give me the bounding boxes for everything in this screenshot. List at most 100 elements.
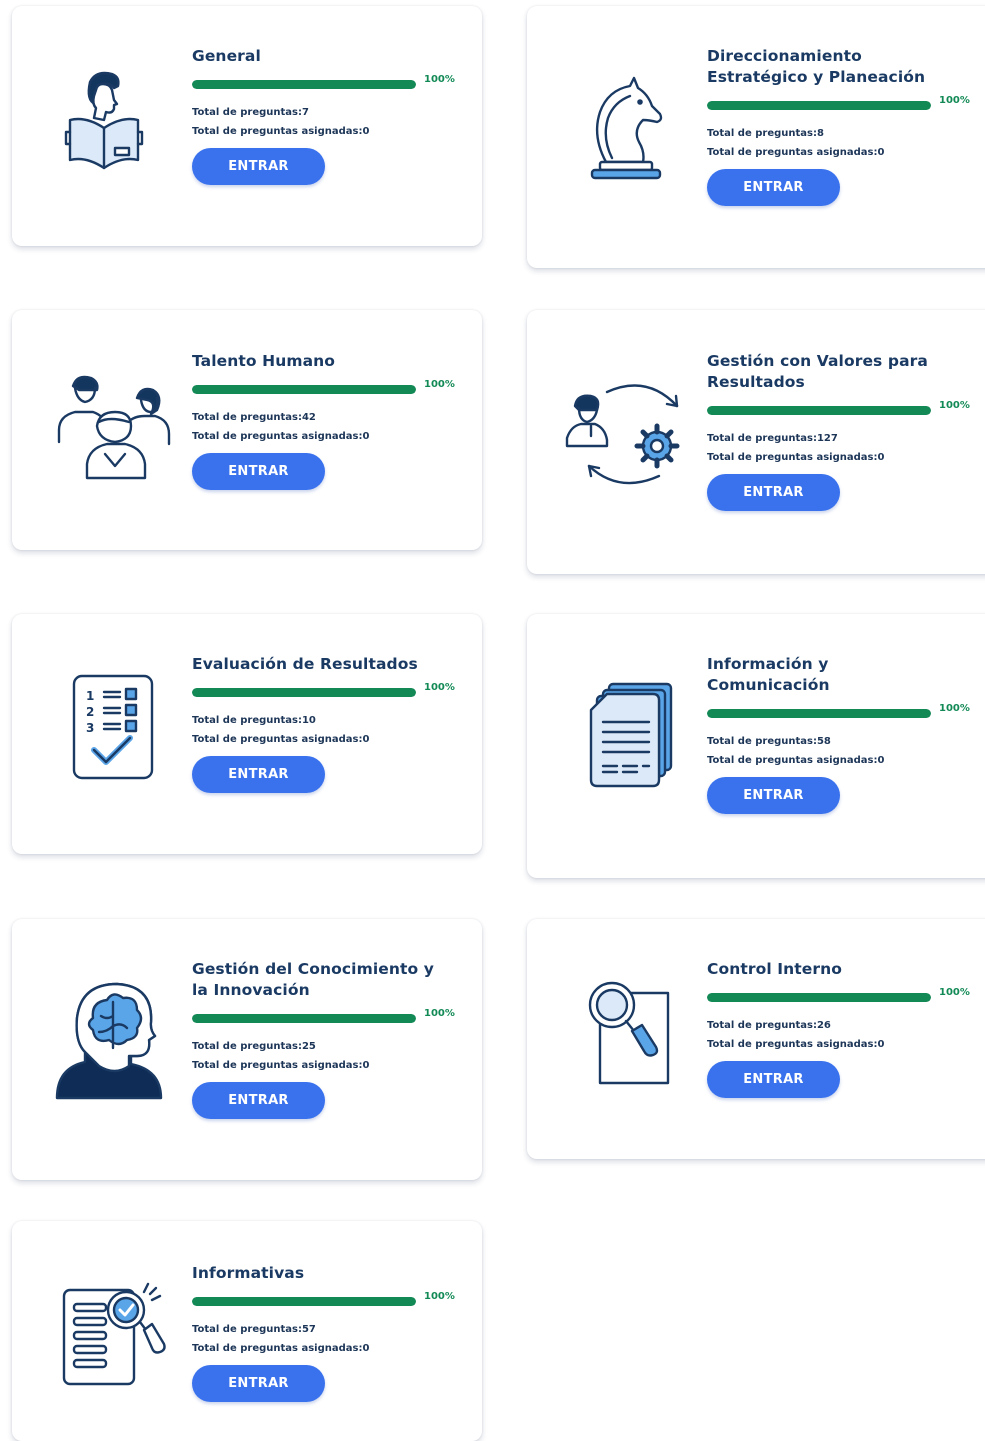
total-questions-text: Total de preguntas:26 — [707, 1020, 831, 1031]
progress-percent: 100% — [424, 682, 455, 693]
progress-row: 100% — [707, 703, 970, 719]
card-info: Gestión con Valores para Resultados 100% … — [707, 351, 970, 511]
svg-text:2: 2 — [86, 705, 94, 719]
enter-button[interactable]: ENTRAR — [707, 474, 840, 511]
total-questions-text: Total de preguntas:57 — [192, 1324, 316, 1335]
assigned-questions-text: Total de preguntas asignadas:0 — [192, 126, 370, 137]
card-info: Direccionamiento Estratégico y Planeación… — [707, 46, 970, 206]
card-info: Información y Comunicación 100% Total de … — [707, 654, 970, 814]
progress-row: 100% — [707, 400, 970, 416]
progress-bar-fill — [192, 1014, 416, 1023]
chess-knight-icon — [580, 74, 670, 189]
enter-button[interactable]: ENTRAR — [192, 148, 325, 185]
card-info: Evaluación de Resultados 100% Total de p… — [192, 654, 455, 793]
assigned-questions-text: Total de preguntas asignadas:0 — [707, 452, 885, 463]
module-card-8: Control Interno 100% Total de preguntas:… — [527, 919, 985, 1159]
module-stats: Total de preguntas:8 Total de preguntas … — [707, 124, 970, 162]
person-reading-book-icon — [60, 66, 150, 176]
module-stats: Total de preguntas:10 Total de preguntas… — [192, 711, 455, 749]
magnifier-document-icon — [582, 975, 677, 1090]
module-card-3: Talento Humano 100% Total de preguntas:4… — [12, 310, 482, 550]
progress-bar — [707, 101, 931, 110]
assigned-questions-text: Total de preguntas asignadas:0 — [192, 1060, 370, 1071]
progress-bar-fill — [707, 406, 931, 415]
module-title: Gestión del Conocimiento y la Innovación — [192, 959, 455, 1001]
assigned-questions-text: Total de preguntas asignadas:0 — [707, 755, 885, 766]
progress-row: 100% — [707, 987, 970, 1003]
module-stats: Total de preguntas:25 Total de preguntas… — [192, 1037, 455, 1075]
person-cycle-gear-icon — [563, 376, 698, 496]
card-info: Talento Humano 100% Total de preguntas:4… — [192, 351, 455, 490]
progress-percent: 100% — [424, 74, 455, 85]
enter-button[interactable]: ENTRAR — [707, 169, 840, 206]
total-questions-text: Total de preguntas:25 — [192, 1041, 316, 1052]
progress-bar — [192, 1014, 416, 1023]
module-title-line2: Resultados — [707, 373, 805, 391]
progress-row: 100% — [192, 379, 455, 395]
module-card-4: Gestión con Valores para Resultados 100% … — [527, 310, 985, 574]
enter-button[interactable]: ENTRAR — [707, 1061, 840, 1098]
module-title-line1: Informativas — [192, 1264, 305, 1282]
progress-row: 100% — [192, 1291, 455, 1307]
progress-bar — [707, 406, 931, 415]
progress-bar — [192, 688, 416, 697]
module-title: Información y Comunicación — [707, 654, 970, 696]
progress-bar-fill — [707, 993, 931, 1002]
module-title-line1: Direccionamiento — [707, 47, 862, 65]
module-stats: Total de preguntas:57 Total de preguntas… — [192, 1320, 455, 1358]
progress-bar-fill — [707, 101, 931, 110]
total-questions-text: Total de preguntas:58 — [707, 736, 831, 747]
module-title: Evaluación de Resultados — [192, 654, 455, 675]
module-stats: Total de preguntas:42 Total de preguntas… — [192, 408, 455, 446]
module-title-line1: Gestión con Valores para — [707, 352, 928, 370]
checklist-icon: 1 2 3 — [70, 672, 155, 782]
module-card-2: Direccionamiento Estratégico y Planeación… — [527, 6, 985, 268]
progress-percent: 100% — [939, 95, 970, 106]
progress-bar-fill — [192, 385, 416, 394]
assigned-questions-text: Total de preguntas asignadas:0 — [192, 734, 370, 745]
svg-text:3: 3 — [86, 721, 94, 735]
brain-head-icon — [55, 980, 170, 1100]
module-title-line1: Evaluación de Resultados — [192, 655, 418, 673]
module-title-line2: la Innovación — [192, 981, 310, 999]
enter-button[interactable]: ENTRAR — [192, 453, 325, 490]
assigned-questions-text: Total de preguntas asignadas:0 — [192, 1343, 370, 1354]
module-card-9: Informativas 100% Total de preguntas:57 … — [12, 1221, 482, 1441]
card-info: General 100% Total de preguntas:7 Total … — [192, 46, 455, 185]
assigned-questions-text: Total de preguntas asignadas:0 — [707, 147, 885, 158]
module-card-7: Gestión del Conocimiento y la Innovación … — [12, 919, 482, 1180]
progress-bar-fill — [192, 1297, 416, 1306]
progress-bar — [192, 80, 416, 89]
module-title-line2: Estratégico y Planeación — [707, 68, 926, 86]
progress-bar — [707, 709, 931, 718]
card-info: Informativas 100% Total de preguntas:57 … — [192, 1263, 455, 1402]
card-info: Gestión del Conocimiento y la Innovación … — [192, 959, 455, 1119]
module-title-line1: General — [192, 47, 261, 65]
progress-percent: 100% — [424, 379, 455, 390]
svg-text:1: 1 — [86, 689, 94, 703]
module-stats: Total de preguntas:127 Total de pregunta… — [707, 429, 970, 467]
total-questions-text: Total de preguntas:42 — [192, 412, 316, 423]
total-questions-text: Total de preguntas:8 — [707, 128, 824, 139]
module-title: Gestión con Valores para Resultados — [707, 351, 970, 393]
module-stats: Total de preguntas:7 Total de preguntas … — [192, 103, 455, 141]
module-title-line1: Talento Humano — [192, 352, 336, 370]
module-title: Control Interno — [707, 959, 970, 980]
document-search-icon — [60, 1276, 170, 1391]
progress-percent: 100% — [939, 400, 970, 411]
progress-bar — [707, 993, 931, 1002]
module-title-line2: Comunicación — [707, 676, 830, 694]
module-title: Direccionamiento Estratégico y Planeación — [707, 46, 970, 88]
progress-row: 100% — [192, 682, 455, 698]
total-questions-text: Total de preguntas:127 — [707, 433, 838, 444]
progress-percent: 100% — [424, 1291, 455, 1302]
module-card-1: General 100% Total de preguntas:7 Total … — [12, 6, 482, 246]
total-questions-text: Total de preguntas:7 — [192, 107, 309, 118]
enter-button[interactable]: ENTRAR — [192, 1082, 325, 1119]
enter-button[interactable]: ENTRAR — [192, 756, 325, 793]
module-title-line1: Control Interno — [707, 960, 843, 978]
enter-button[interactable]: ENTRAR — [192, 1365, 325, 1402]
progress-bar — [192, 1297, 416, 1306]
progress-percent: 100% — [939, 703, 970, 714]
enter-button[interactable]: ENTRAR — [707, 777, 840, 814]
